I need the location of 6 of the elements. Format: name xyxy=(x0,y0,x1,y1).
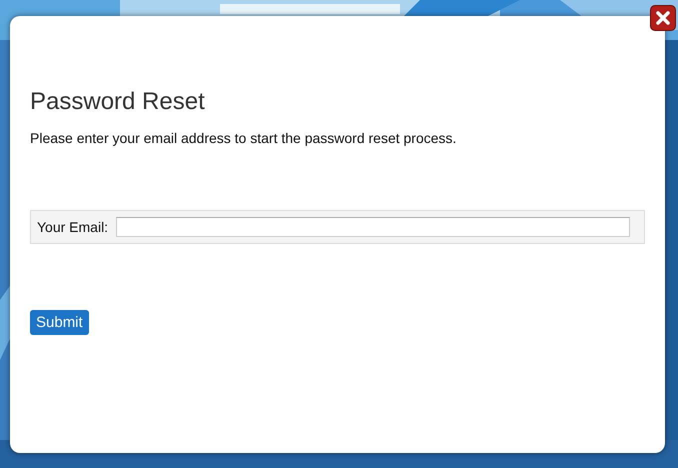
email-input-field[interactable] xyxy=(116,217,630,237)
email-label: Your Email: xyxy=(37,219,108,235)
close-button[interactable] xyxy=(650,5,676,31)
submit-button[interactable]: Submit xyxy=(30,310,89,335)
dialog-title: Password Reset xyxy=(30,88,206,116)
instructions-text: Please enter your email address to start the password reset process. xyxy=(30,130,458,146)
